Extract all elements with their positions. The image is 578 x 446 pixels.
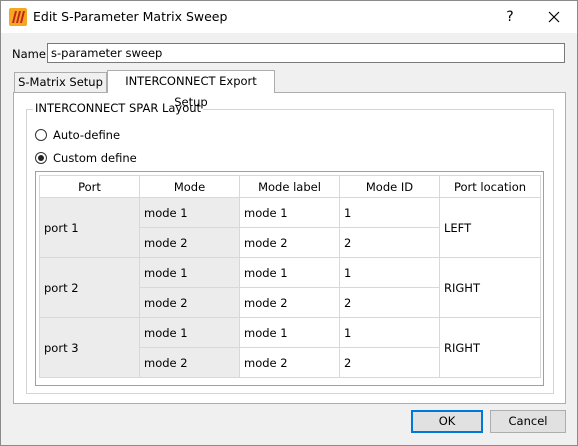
tab-panel: INTERCONNECT SPAR Layout Auto-define Cus… [13,92,566,404]
port-location-cell[interactable]: RIGHT [439,317,541,378]
port-mode-table: Port Mode Mode label Mode ID Port locati… [39,175,541,378]
port-location-cell[interactable]: LEFT [439,197,541,258]
ok-button[interactable]: OK [411,410,483,433]
window-title: Edit S-Parameter Matrix Sweep [33,9,228,24]
dialog-window: Edit S-Parameter Matrix Sweep ? Name: S-… [0,0,578,446]
port-cell: port 1 [39,197,140,258]
mode-cell: mode 2 [139,347,240,378]
mode-id-cell[interactable]: 1 [339,197,440,228]
tab-interconnect-export-setup[interactable]: INTERCONNECT Export Setup [107,70,275,109]
mode-cell: mode 1 [139,317,240,348]
mode-cell: mode 1 [139,257,240,288]
auto-define-radio[interactable]: Auto-define [35,127,120,143]
cancel-button[interactable]: Cancel [490,410,566,433]
mode-label-cell[interactable]: mode 1 [239,317,340,348]
tab-s-matrix-setup[interactable]: S-Matrix Setup [14,72,107,92]
custom-define-radio[interactable]: Custom define [35,150,137,166]
mode-label-cell[interactable]: mode 2 [239,347,340,378]
name-label: Name: [12,47,50,61]
mode-label-cell[interactable]: mode 2 [239,287,340,318]
port-cell: port 3 [39,317,140,378]
name-input[interactable] [47,43,565,63]
radio-checked-icon[interactable] [35,152,47,164]
mode-id-cell[interactable]: 1 [339,257,440,288]
custom-define-label: Custom define [53,151,137,165]
spar-layout-group: INTERCONNECT SPAR Layout Auto-define Cus… [26,101,554,394]
mode-cell: mode 2 [139,227,240,258]
column-header-mode-id: Mode ID [339,175,440,198]
app-icon [9,8,27,26]
port-mode-table-frame: Port Mode Mode label Mode ID Port locati… [35,171,544,386]
mode-id-cell[interactable]: 2 [339,287,440,318]
auto-define-label: Auto-define [53,128,121,142]
column-header-mode: Mode [139,175,240,198]
port-cell: port 2 [39,257,140,318]
table-header-row: Port Mode Mode label Mode ID Port locati… [39,175,541,198]
column-header-port: Port [39,175,140,198]
close-icon[interactable] [541,5,567,29]
mode-label-cell[interactable]: mode 1 [239,257,340,288]
title-bar[interactable]: Edit S-Parameter Matrix Sweep ? [1,1,577,33]
help-button[interactable]: ? [497,5,523,29]
mode-id-cell[interactable]: 2 [339,347,440,378]
mode-label-cell[interactable]: mode 1 [239,197,340,228]
table-row: port 1 mode 1 mode 1 1 LEFT [39,197,541,258]
mode-id-cell[interactable]: 1 [339,317,440,348]
mode-cell: mode 1 [139,197,240,228]
mode-cell: mode 2 [139,287,240,318]
table-row: port 3 mode 1 mode 1 1 RIGHT [39,317,541,378]
mode-label-cell[interactable]: mode 2 [239,227,340,258]
table-row: port 2 mode 1 mode 1 1 RIGHT [39,257,541,318]
radio-unchecked-icon[interactable] [35,129,47,141]
mode-id-cell[interactable]: 2 [339,227,440,258]
column-header-port-location: Port location [439,175,541,198]
column-header-mode-label: Mode label [239,175,340,198]
port-location-cell[interactable]: RIGHT [439,257,541,318]
